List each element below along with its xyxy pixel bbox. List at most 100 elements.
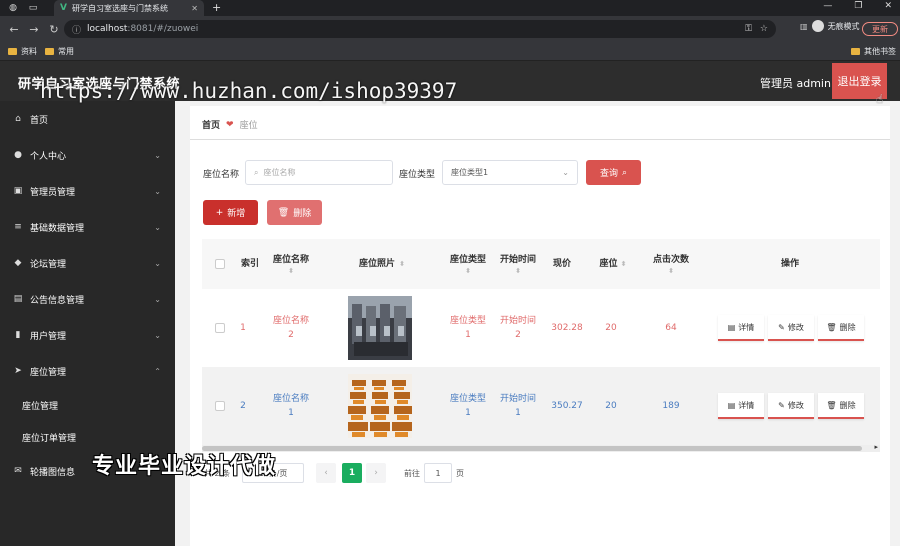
row-checkbox[interactable] [215,323,225,333]
prev-page-button[interactable]: ‹ [316,463,336,483]
sort-icon[interactable]: ⬍ [399,260,405,268]
sidepanel-icon[interactable]: ▥ [800,22,808,31]
bookmark-folder-1[interactable]: 资料 [8,46,37,57]
update-label: 更新 [872,24,888,34]
new-tab-icon[interactable]: + [212,1,221,14]
col-type-label: 座位类型 [449,254,486,265]
home-icon: ⌂ [15,114,21,124]
url-path: :8081/#/zuowei [127,24,199,34]
sidebar-item-forum[interactable]: ◆ 论坛管理 ⌄ [0,245,175,281]
tab-strip-icon[interactable]: ▭ [26,1,40,15]
row-checkbox[interactable] [215,401,225,411]
edit-button[interactable]: ✎ 修改 [768,393,814,419]
sidebar-item-basedata[interactable]: ≡ 基础数据管理 ⌄ [0,209,175,245]
sidebar-item-users[interactable]: ▮ 用户管理 ⌄ [0,317,175,353]
window-controls: — ❐ ✕ [823,1,892,11]
forward-icon[interactable]: → [28,23,40,36]
bookmark-label: 常用 [58,46,74,56]
person-icon: ● [14,150,22,160]
sidebar-item-profile[interactable]: ● 个人中心 ⌄ [0,137,175,173]
cell-type: 座位类型 1 [445,289,491,367]
seats-photo[interactable] [348,296,412,360]
sort-icon[interactable]: ⬍ [668,267,674,275]
search-icon: ⌕ [254,167,259,177]
trash-icon: 🗑 [826,400,837,410]
globe-icon[interactable]: ◍ [6,1,20,15]
col-clicks[interactable]: 点击次数 ⬍ [638,239,704,289]
page-suffix: 页 [456,468,464,478]
other-bookmarks[interactable]: 其他书签 [851,46,896,57]
breadcrumb-home[interactable]: 首页 [202,118,220,131]
site-info-icon[interactable]: ⓘ [72,23,81,36]
col-photo[interactable]: 座位照片 ⬍ [342,239,422,289]
col-seat[interactable]: 座位 ⬍ [590,239,636,289]
col-start[interactable]: 开始时间 ⬍ [493,239,543,289]
logout-label: 退出登录 [837,75,882,88]
detail-button[interactable]: ▤ 详情 [718,393,764,419]
sidebar-item-seats[interactable]: ➤ 座位管理 ⌃ [0,353,175,389]
search-button[interactable]: 查询 ⌕ [586,160,641,185]
chevron-down-icon: ⌄ [154,222,161,232]
update-button[interactable]: 更新 [862,22,898,36]
goto-page-input[interactable]: 1 [424,463,452,483]
key-icon[interactable]: ⚿ [745,24,752,34]
desks-photo[interactable] [348,374,412,438]
reload-icon[interactable]: ↻ [48,23,60,36]
browser-tab[interactable]: V 研学自习室选座与门禁系统 ✕ [54,0,204,16]
add-label: 新增 [227,209,246,219]
chart-icon: ▮ [15,330,21,340]
back-icon[interactable]: ← [8,23,20,36]
breadcrumb: 首页 ❤ 座位 [202,118,258,132]
goto-label-wrap: 前往 [404,463,420,483]
bookmark-folder-2[interactable]: 常用 [45,46,74,57]
seat-type-select[interactable]: 座位类型1 ⌄ [442,160,578,185]
sort-icon[interactable]: ⬍ [515,267,521,275]
detail-button[interactable]: ▤ 详情 [718,315,764,341]
sidebar-item-notice[interactable]: ▤ 公告信息管理 ⌄ [0,281,175,317]
incognito-profile[interactable]: ▥ 无痕模式 [800,20,860,32]
col-price: 现价 [542,239,582,289]
sidebar-subitem-seat-manage[interactable]: 座位管理 [0,389,175,421]
seat-table: 索引 座位名称 ⬍ 座位照片 ⬍ 座位类型 ⬍ 开始时间 ⬍ 现价 座位 ⬍ 点击次数 ⬍ … [202,239,880,452]
maximize-icon[interactable]: ❐ [854,1,862,11]
tab-title: 研学自习室选座与门禁系统 [71,3,168,13]
sort-icon[interactable]: ⬍ [288,267,294,275]
edit-button[interactable]: ✎ 修改 [768,315,814,341]
url-input[interactable]: ⓘ localhost:8081/#/zuowei ⚿ ☆ [64,20,776,38]
horizontal-scrollbar[interactable]: ▸ [202,443,880,452]
sidebar-item-label: 个人中心 [30,151,67,162]
col-type[interactable]: 座位类型 ⬍ [445,239,491,289]
star-icon[interactable]: ☆ [760,24,768,34]
seat-name-input[interactable]: ⌕ 座位名称 [245,160,393,185]
chevron-down-icon: ⌄ [154,186,161,196]
cell-type-b: 1 [465,330,471,340]
page-1-button[interactable]: 1 [342,463,362,483]
next-page-button[interactable]: › [366,463,386,483]
hand-cursor-icon: ☝ [876,92,884,106]
watermark-text: https://www.huzhan.com/ishop39397 [40,79,458,103]
search-icon: ⌕ [621,167,628,178]
sidebar-subitem-label: 座位管理 [22,401,59,412]
delete-button[interactable]: 🗑 删除 [818,315,864,341]
send-icon: ➤ [14,366,22,376]
col-clicks-label: 点击次数 [652,254,689,265]
sidebar-item-admin[interactable]: ▣ 管理员管理 ⌄ [0,173,175,209]
add-button[interactable]: + 新增 [203,200,258,225]
chevron-right-icon: › [374,468,378,478]
sidebar-item-home[interactable]: ⌂ 首页 [0,101,175,137]
batch-delete-button[interactable]: 🗑 删除 [267,200,322,225]
minimize-icon[interactable]: — [823,1,832,11]
window-close-icon[interactable]: ✕ [884,1,892,11]
select-all-checkbox[interactable] [215,259,225,269]
delete-button[interactable]: 🗑 删除 [818,393,864,419]
chevron-down-icon: ⌄ [154,150,161,160]
scroll-right-icon[interactable]: ▸ [874,443,878,451]
sort-icon[interactable]: ⬍ [465,267,471,275]
row-checkbox-cell [210,289,230,367]
col-name[interactable]: 座位名称 ⬍ [265,239,317,289]
cell-name-a: 座位名称 [272,316,309,326]
scrollbar-thumb[interactable] [202,446,862,451]
cell-index: 1 [240,323,246,333]
tab-close-icon[interactable]: ✕ [191,4,198,13]
sort-icon[interactable]: ⬍ [621,260,627,268]
